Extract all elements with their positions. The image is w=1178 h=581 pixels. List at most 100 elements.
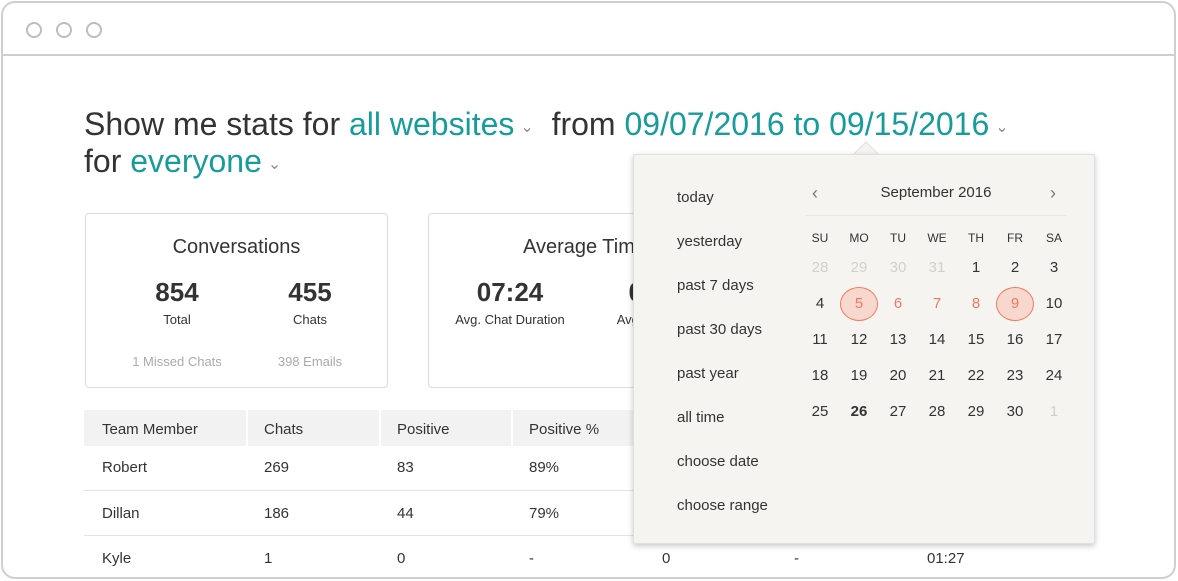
date-range-value: 09/07/2016 to 09/15/2016 [624,106,990,142]
cell-team-member: Dillan [102,505,140,522]
preset-past-7-days[interactable]: past 7 days [677,277,754,294]
conversations-card: Conversations 854 Total 455 Chats 1 Miss… [85,213,388,388]
calendar-day[interactable]: 31 [917,259,957,276]
calendar-day[interactable]: 29 [956,403,996,420]
audience-dropdown[interactable]: everyone ⌄ [130,143,281,179]
preset-choose-range[interactable]: choose range [677,497,768,514]
calendar-day[interactable]: 1 [1034,403,1074,420]
calendar-day[interactable]: 11 [800,331,840,348]
calendar-day[interactable]: 22 [956,367,996,384]
stats-filter-sentence-line2: for everyone ⌄ [84,143,281,183]
calendar-day[interactable]: 2 [995,259,1035,276]
cell-positive-pct: 79% [529,505,560,522]
date-range-dropdown[interactable]: 09/07/2016 to 09/15/2016 ⌄ [624,106,1008,142]
weekday-label: TH [968,231,984,245]
audience-value: everyone [130,143,262,179]
card-title: Conversations [172,236,301,258]
next-month-chevron-right-icon[interactable]: › [1050,183,1056,204]
calendar-day[interactable]: 24 [1034,367,1074,384]
preset-choose-date[interactable]: choose date [677,453,759,470]
column-divider [379,410,381,446]
cell-column-7: 01:27 [927,550,965,567]
websites-dropdown[interactable]: all websites ⌄ [349,106,534,142]
cell-positive: 44 [397,505,414,522]
preset-all-time[interactable]: all time [677,409,725,426]
preset-past-30-days[interactable]: past 30 days [677,321,762,338]
weekday-label: SA [1045,231,1062,245]
chevron-down-icon: ⌄ [520,119,534,136]
cell-column-6: - [794,550,799,567]
cell-chats: 186 [264,505,290,522]
calendar-day[interactable]: 3 [1034,259,1074,276]
window-dot-minimize-icon[interactable] [56,22,72,38]
weekday-label: WE [927,231,947,245]
preset-yesterday[interactable]: yesterday [677,233,742,250]
calendar-day[interactable]: 15 [956,331,996,348]
stat-chats: 455 Chats [230,276,387,327]
column-header-positive[interactable]: Positive [397,421,450,438]
stat-label: Chats [293,312,327,327]
chevron-down-icon: ⌄ [995,119,1009,136]
cell-team-member: Kyle [102,550,132,567]
headline-for: for [84,143,122,179]
cell-positive: 0 [397,550,406,567]
cell-positive-pct: 89% [529,459,560,476]
calendar-day[interactable]: 27 [878,403,918,420]
calendar-divider [806,215,1066,216]
column-header-chats[interactable]: Chats [264,421,303,438]
calendar-day[interactable]: 28 [917,403,957,420]
calendar-day[interactable]: 30 [878,259,918,276]
column-divider [246,410,248,446]
cell-column-5: 0 [662,550,671,567]
calendar-day[interactable]: 28 [800,259,840,276]
weekday-label: MO [849,231,869,245]
calendar-day[interactable]: 17 [1034,331,1074,348]
calendar-day[interactable]: 4 [800,295,840,312]
preset-today[interactable]: today [677,189,714,206]
column-divider [511,410,513,446]
chevron-down-icon: ⌄ [267,156,282,173]
calendar-day[interactable]: 8 [956,295,996,312]
calendar-day[interactable]: 9 [995,295,1035,312]
window-dot-maximize-icon[interactable] [86,22,102,38]
cell-positive: 83 [397,459,414,476]
calendar-day[interactable]: 5 [839,295,879,312]
cell-chats: 1 [264,550,273,567]
date-range-picker: today yesterday past 7 days past 30 days… [633,154,1095,544]
cell-positive-pct: - [529,550,534,567]
calendar-day[interactable]: 6 [878,295,918,312]
stats-filter-sentence: Show me stats for all websites ⌄ from 09/… [84,106,1009,146]
calendar-day[interactable]: 29 [839,259,879,276]
calendar-day[interactable]: 19 [839,367,879,384]
calendar-day[interactable]: 12 [839,331,879,348]
calendar-day[interactable]: 20 [878,367,918,384]
weekday-label: SU [811,231,829,245]
stat-value: 455 [288,277,332,307]
calendar-day[interactable]: 16 [995,331,1035,348]
calendar-day[interactable]: 23 [995,367,1035,384]
calendar-day[interactable]: 10 [1034,295,1074,312]
calendar-day[interactable]: 13 [878,331,918,348]
calendar-day[interactable]: 1 [956,259,996,276]
column-header-positive-pct[interactable]: Positive % [529,421,599,438]
calendar-day[interactable]: 18 [800,367,840,384]
calendar-day[interactable]: 14 [917,331,957,348]
preset-past-year[interactable]: past year [677,365,739,382]
calendar-day[interactable]: 26 [839,403,879,420]
headline-prefix: Show me stats for [84,106,341,142]
window-dot-close-icon[interactable] [26,22,42,38]
cell-chats: 269 [264,459,290,476]
calendar-day[interactable]: 7 [917,295,957,312]
weekday-label: TU [890,231,906,245]
calendar-day[interactable]: 21 [917,367,957,384]
calendar-month-label: September 2016 [880,184,992,201]
websites-value: all websites [348,106,515,142]
headline-from: from [551,106,616,142]
column-header-team-member[interactable]: Team Member [102,421,198,438]
calendar-day[interactable]: 30 [995,403,1035,420]
emails-link[interactable]: 398 Emails [230,354,387,369]
cell-team-member: Robert [102,459,148,476]
window-titlebar [3,3,1174,56]
weekday-label: FR [1007,231,1023,245]
calendar-day[interactable]: 25 [800,403,840,420]
